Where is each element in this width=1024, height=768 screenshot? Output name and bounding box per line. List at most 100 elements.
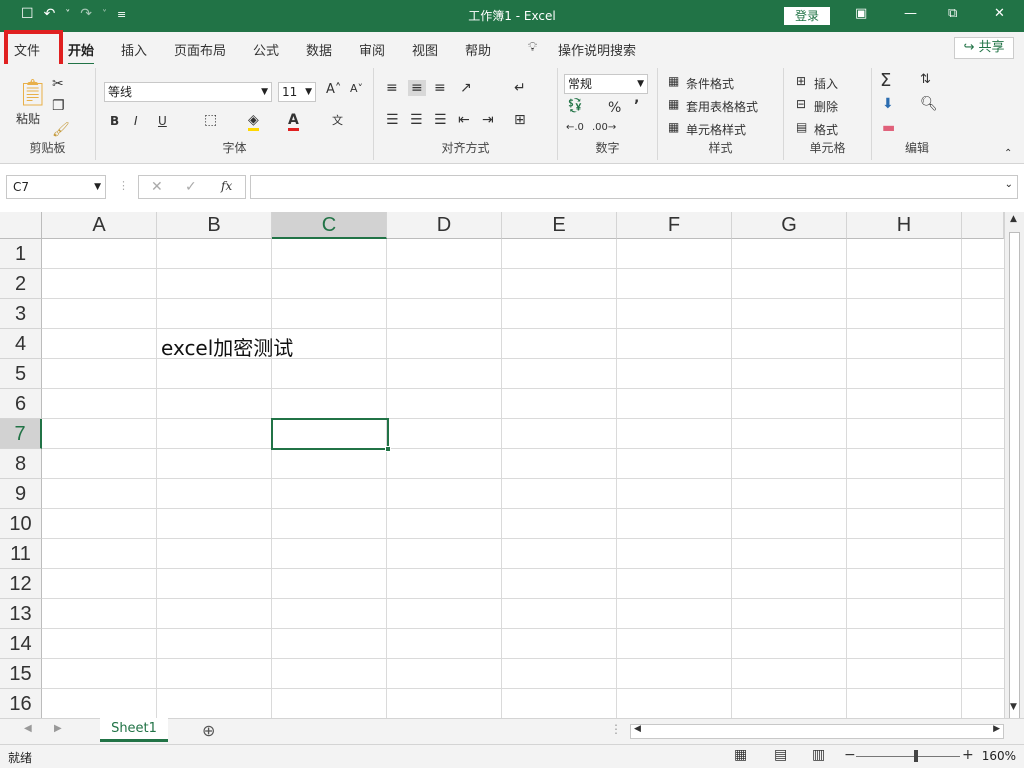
cell-b4[interactable]: excel加密测试	[161, 332, 293, 361]
tab-page-layout[interactable]: 页面布局	[174, 40, 226, 59]
zoom-level[interactable]: 160%	[982, 749, 1016, 763]
name-box[interactable]: C7 ▼	[6, 175, 106, 199]
drag-handle-icon[interactable]: ⋮	[118, 179, 129, 192]
font-color-icon[interactable]: A	[288, 112, 299, 131]
active-cell-c7[interactable]	[271, 418, 391, 452]
decrease-indent-icon[interactable]: ⇤	[458, 112, 470, 128]
row-header[interactable]: 11	[0, 539, 42, 569]
add-sheet-icon[interactable]: ⊕	[202, 721, 215, 740]
column-header-g[interactable]: G	[732, 212, 847, 239]
cut-icon[interactable]: ✂	[52, 76, 64, 92]
fill-handle[interactable]	[385, 446, 391, 452]
format-painter-icon[interactable]: 🖌︎	[52, 122, 70, 138]
sheet-tab-sheet1[interactable]: Sheet1	[100, 718, 168, 742]
align-middle-icon[interactable]: ≡	[408, 80, 426, 96]
column-header-h[interactable]: H	[847, 212, 962, 239]
scroll-thumb[interactable]	[1009, 232, 1020, 768]
insert-cells-button[interactable]: 插入	[814, 75, 838, 92]
format-cells-button[interactable]: 格式	[814, 121, 838, 138]
comma-button[interactable]: ’	[634, 98, 639, 114]
bold-button[interactable]: B	[110, 114, 119, 128]
percent-button[interactable]: %	[608, 100, 621, 116]
decrease-decimal-icon[interactable]: .00→	[592, 122, 616, 133]
minimize-icon[interactable]: —	[904, 6, 917, 21]
decrease-font-icon[interactable]: A˅	[350, 82, 363, 95]
italic-button[interactable]: I	[134, 114, 138, 128]
column-header-f[interactable]: F	[617, 212, 732, 239]
row-header[interactable]: 2	[0, 269, 42, 299]
increase-font-icon[interactable]: A˄	[326, 82, 341, 97]
cell-area[interactable]	[42, 239, 1004, 718]
lightbulb-icon[interactable]: 💡︎	[528, 40, 537, 55]
tell-me-search[interactable]: 操作说明搜索	[558, 40, 636, 59]
cell-styles-button[interactable]: 单元格样式	[686, 121, 746, 138]
row-header[interactable]: 6	[0, 389, 42, 419]
number-format-select[interactable]: 常规 ▼	[564, 74, 648, 94]
fill-color-icon[interactable]: ◈	[248, 112, 259, 131]
tab-insert[interactable]: 插入	[121, 40, 147, 59]
zoom-slider-knob[interactable]	[914, 750, 918, 762]
normal-view-icon[interactable]: ▦	[734, 747, 747, 763]
worksheet-grid[interactable]: A B C D E F G H 1 2 3 4 5 6 7 8 9 10 11 …	[0, 212, 1004, 718]
scroll-up-icon[interactable]: ▲	[1010, 214, 1017, 224]
row-header[interactable]: 9	[0, 479, 42, 509]
wrap-text-icon[interactable]: ↵	[514, 80, 526, 96]
split-handle-icon[interactable]: ⋮	[610, 722, 622, 736]
sheet-prev-icon[interactable]: ◀	[24, 723, 32, 734]
scroll-down-icon[interactable]: ▼	[1010, 702, 1017, 712]
column-header-a[interactable]: A	[42, 212, 157, 239]
cancel-icon[interactable]: ✕	[151, 179, 163, 195]
clear-icon[interactable]: ▬	[882, 120, 895, 136]
row-header[interactable]: 3	[0, 299, 42, 329]
sort-filter-icon[interactable]: ⇅	[920, 72, 931, 87]
insert-function-icon[interactable]: fx	[221, 179, 232, 193]
row-header[interactable]: 14	[0, 629, 42, 659]
page-layout-view-icon[interactable]: ▤	[774, 747, 787, 763]
select-all-corner[interactable]	[0, 212, 42, 239]
tab-formulas[interactable]: 公式	[253, 40, 279, 59]
autosum-icon[interactable]: Σ	[880, 70, 891, 91]
tab-view[interactable]: 视图	[412, 40, 438, 59]
paste-icon[interactable]: 📋︎	[16, 78, 49, 108]
row-header[interactable]: 7	[0, 419, 42, 449]
tab-help[interactable]: 帮助	[465, 40, 491, 59]
merge-center-icon[interactable]: ⊞	[514, 112, 526, 128]
login-button[interactable]: 登录	[784, 7, 830, 25]
conditional-format-button[interactable]: 条件格式	[686, 75, 734, 92]
font-size-select[interactable]: 11 ▼	[278, 82, 316, 102]
row-header[interactable]: 8	[0, 449, 42, 479]
row-header[interactable]: 16	[0, 689, 42, 718]
find-select-icon[interactable]: 🔍︎	[920, 96, 938, 112]
align-right-icon[interactable]: ☰	[434, 112, 447, 128]
ribbon-display-icon[interactable]: ▣	[855, 6, 867, 21]
fill-icon[interactable]: ⬇	[882, 96, 894, 112]
restore-icon[interactable]: ⧉	[948, 6, 957, 21]
copy-icon[interactable]: ❐	[52, 98, 65, 114]
font-name-select[interactable]: 等线 ▼	[104, 82, 272, 102]
zoom-in-icon[interactable]: +	[962, 747, 974, 763]
row-header[interactable]: 5	[0, 359, 42, 389]
expand-formula-icon[interactable]: ⌄	[1005, 179, 1013, 190]
vertical-scrollbar[interactable]: ▲ ▼	[1004, 212, 1024, 768]
orientation-icon[interactable]: ↗	[460, 80, 472, 96]
border-icon[interactable]: ⬚	[204, 112, 217, 128]
row-header[interactable]: 4	[0, 329, 42, 359]
underline-button[interactable]: U	[158, 114, 167, 128]
tab-data[interactable]: 数据	[306, 40, 332, 59]
zoom-slider[interactable]	[856, 756, 960, 757]
align-top-icon[interactable]: ≡	[386, 80, 398, 96]
row-header[interactable]: 1	[0, 239, 42, 269]
column-header-b[interactable]: B	[157, 212, 272, 239]
paste-button[interactable]: 粘贴	[16, 110, 40, 127]
column-header-d[interactable]: D	[387, 212, 502, 239]
tab-review[interactable]: 审阅	[359, 40, 385, 59]
collapse-ribbon-icon[interactable]: ⌃	[1004, 148, 1012, 159]
currency-icon[interactable]: 💱︎	[566, 98, 584, 114]
row-header[interactable]: 10	[0, 509, 42, 539]
increase-indent-icon[interactable]: ⇥	[482, 112, 494, 128]
zoom-out-icon[interactable]: −	[844, 747, 856, 763]
increase-decimal-icon[interactable]: ←.0	[566, 122, 584, 133]
close-icon[interactable]: ✕	[994, 6, 1005, 21]
share-button[interactable]: ↪ 共享	[954, 37, 1014, 59]
tab-home[interactable]: 开始	[68, 40, 95, 65]
